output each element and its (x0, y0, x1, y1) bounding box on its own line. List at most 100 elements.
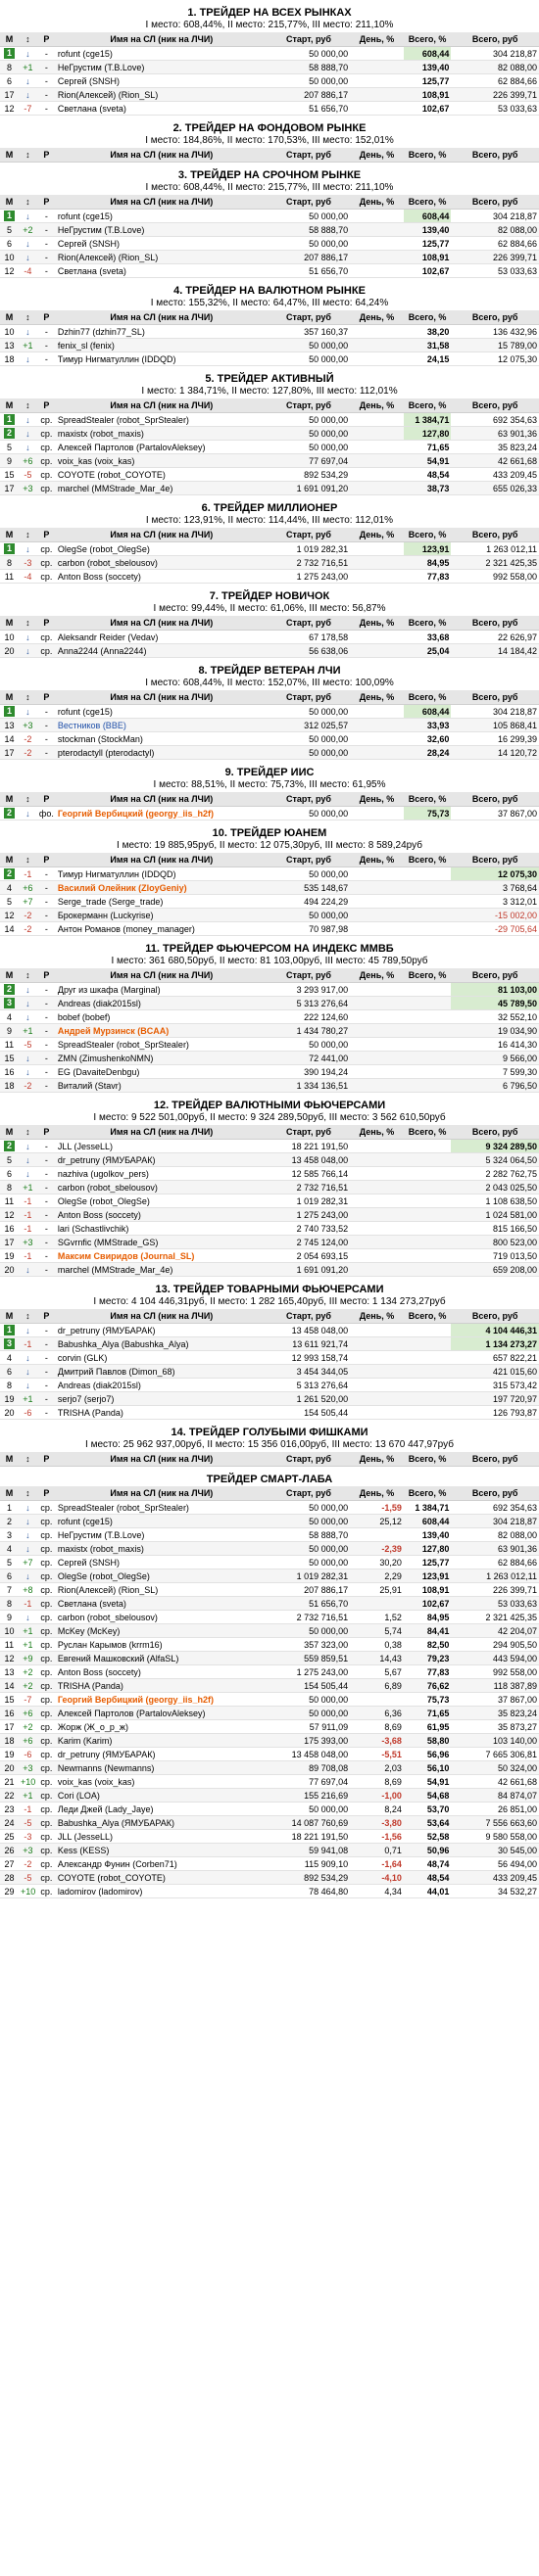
trader-name-link[interactable]: COYOTE (robot_COYOTE) (58, 1873, 166, 1883)
column-header-rub[interactable]: Всего, руб (451, 1125, 539, 1140)
column-header-day[interactable]: День, % (350, 616, 404, 631)
trader-name-link[interactable]: dr_petruny (ЯМУБАРАК) (58, 1155, 156, 1165)
column-header-m[interactable]: М (0, 398, 19, 413)
column-header-rub[interactable]: Всего, руб (451, 616, 539, 631)
column-header-start[interactable]: Старт, руб (267, 528, 351, 542)
trader-name-link[interactable]: Андрей Мурзинск (BCAA) (58, 1026, 169, 1036)
column-header-m[interactable]: М (0, 1309, 19, 1324)
trader-name-link[interactable]: Сергей (SNSH) (58, 76, 120, 86)
column-header-m[interactable]: М (0, 690, 19, 705)
column-header-p[interactable]: Р (36, 968, 56, 983)
column-header-p[interactable]: Р (36, 148, 56, 163)
trader-name-link[interactable]: Karim (Karim) (58, 1736, 113, 1746)
column-header-day[interactable]: День, % (350, 690, 404, 705)
trader-name-link[interactable]: rofunt (cge15) (58, 211, 113, 221)
trader-name-link[interactable]: OlegSe (robot_OlegSe) (58, 544, 150, 554)
column-header-start[interactable]: Старт, руб (267, 1486, 351, 1501)
column-header-p[interactable]: Р (36, 528, 56, 542)
trader-name-link[interactable]: dr_petruny (ЯМУБАРАК) (58, 1750, 156, 1759)
trader-name-link[interactable]: Антон Романов (money_manager) (58, 924, 195, 934)
column-header-ch[interactable]: ↕ (18, 690, 37, 705)
column-header-day[interactable]: День, % (350, 32, 404, 47)
trader-name-link[interactable]: Алексей Партолов (PartalovAleksey) (58, 1709, 206, 1718)
column-header-start[interactable]: Старт, руб (267, 690, 351, 705)
column-header-total[interactable]: Всего, % (403, 148, 452, 163)
column-header-total[interactable]: Всего, % (403, 792, 452, 807)
column-header-name[interactable]: Имя на СЛ (ник на ЛЧИ) (55, 1125, 268, 1140)
column-header-day[interactable]: День, % (350, 1452, 404, 1467)
column-header-day[interactable]: День, % (350, 1486, 404, 1501)
column-header-name[interactable]: Имя на СЛ (ник на ЛЧИ) (55, 1452, 268, 1467)
column-header-name[interactable]: Имя на СЛ (ник на ЛЧИ) (55, 1486, 268, 1501)
column-header-m[interactable]: М (0, 148, 19, 163)
column-header-total[interactable]: Всего, % (403, 398, 452, 413)
column-header-rub[interactable]: Всего, руб (451, 690, 539, 705)
column-header-rub[interactable]: Всего, руб (451, 32, 539, 47)
trader-name-link[interactable]: fenix_sl (fenix) (58, 341, 115, 351)
trader-name-link[interactable]: rofunt (cge15) (58, 707, 113, 717)
column-header-name[interactable]: Имя на СЛ (ник на ЛЧИ) (55, 148, 268, 163)
column-header-rub[interactable]: Всего, руб (451, 148, 539, 163)
column-header-total[interactable]: Всего, % (403, 1452, 452, 1467)
column-header-total[interactable]: Всего, % (403, 32, 452, 47)
trader-name-link[interactable]: Rion(Алексей) (Rion_SL) (58, 253, 158, 262)
trader-name-link[interactable]: McKey (McKey) (58, 1626, 121, 1636)
column-header-ch[interactable]: ↕ (18, 32, 37, 47)
trader-name-link[interactable]: maxistx (robot_maxis) (58, 1544, 144, 1554)
trader-name-link[interactable]: Руслан Карымов (krrm16) (58, 1640, 163, 1650)
trader-name-link[interactable]: ladomirov (ladomirov) (58, 1887, 143, 1897)
column-header-p[interactable]: Р (36, 690, 56, 705)
column-header-day[interactable]: День, % (350, 853, 404, 867)
trader-name-link[interactable]: EG (DavaiteDenbgu) (58, 1067, 140, 1077)
column-header-total[interactable]: Всего, % (403, 1486, 452, 1501)
column-header-day[interactable]: День, % (350, 195, 404, 210)
column-header-p[interactable]: Р (36, 398, 56, 413)
trader-name-link[interactable]: Брокерманн (Luckyrise) (58, 911, 154, 920)
trader-name-link[interactable]: Георгий Вербицкий (georgy_iis_h2f) (58, 809, 214, 819)
trader-name-link[interactable]: Serge_trade (Serge_trade) (58, 897, 164, 907)
column-header-total[interactable]: Всего, % (403, 616, 452, 631)
trader-name-link[interactable]: Сергей (SNSH) (58, 239, 120, 249)
trader-name-link[interactable]: Леди Джей (Lady_Jaye) (58, 1804, 154, 1814)
column-header-name[interactable]: Имя на СЛ (ник на ЛЧИ) (55, 310, 268, 325)
column-header-name[interactable]: Имя на СЛ (ник на ЛЧИ) (55, 195, 268, 210)
column-header-total[interactable]: Всего, % (403, 1125, 452, 1140)
column-header-m[interactable]: М (0, 32, 19, 47)
column-header-ch[interactable]: ↕ (18, 792, 37, 807)
column-header-name[interactable]: Имя на СЛ (ник на ЛЧИ) (55, 1309, 268, 1324)
column-header-day[interactable]: День, % (350, 792, 404, 807)
column-header-p[interactable]: Р (36, 310, 56, 325)
column-header-m[interactable]: М (0, 1452, 19, 1467)
trader-name-link[interactable]: SpreadStealer (robot_SprStealer) (58, 1503, 189, 1513)
column-header-rub[interactable]: Всего, руб (451, 968, 539, 983)
column-header-ch[interactable]: ↕ (18, 398, 37, 413)
column-header-rub[interactable]: Всего, руб (451, 195, 539, 210)
trader-name-link[interactable]: Andreas (diak2015sl) (58, 999, 141, 1008)
column-header-rub[interactable]: Всего, руб (451, 792, 539, 807)
column-header-name[interactable]: Имя на СЛ (ник на ЛЧИ) (55, 690, 268, 705)
column-header-rub[interactable]: Всего, руб (451, 398, 539, 413)
trader-name-link[interactable]: JLL (JesseLL) (58, 1142, 113, 1151)
trader-name-link[interactable]: nazhiva (ugolkov_pers) (58, 1169, 149, 1179)
column-header-rub[interactable]: Всего, руб (451, 1486, 539, 1501)
trader-name-link[interactable]: dr_petruny (ЯМУБАРАК) (58, 1326, 156, 1335)
column-header-ch[interactable]: ↕ (18, 968, 37, 983)
column-header-m[interactable]: М (0, 968, 19, 983)
trader-name-link[interactable]: OlegSe (robot_OlegSe) (58, 1571, 150, 1581)
column-header-rub[interactable]: Всего, руб (451, 310, 539, 325)
column-header-start[interactable]: Старт, руб (267, 148, 351, 163)
trader-name-link[interactable]: Rion(Алексей) (Rion_SL) (58, 90, 158, 100)
trader-name-link[interactable]: Друг из шкафа (Marginal) (58, 985, 161, 995)
trader-name-link[interactable]: Светлана (sveta) (58, 1599, 126, 1609)
trader-name-link[interactable]: Светлана (sveta) (58, 104, 126, 114)
column-header-ch[interactable]: ↕ (18, 310, 37, 325)
column-header-day[interactable]: День, % (350, 1309, 404, 1324)
trader-name-link[interactable]: Anna2244 (Anna2244) (58, 646, 147, 656)
trader-name-link[interactable]: carbon (robot_sbelousov) (58, 1183, 158, 1193)
column-header-total[interactable]: Всего, % (403, 195, 452, 210)
column-header-rub[interactable]: Всего, руб (451, 1309, 539, 1324)
trader-name-link[interactable]: Тимур Нигматуллин (IDDQD) (58, 354, 176, 364)
column-header-ch[interactable]: ↕ (18, 1309, 37, 1324)
trader-name-link[interactable]: TRISHA (Panda) (58, 1408, 123, 1418)
trader-name-link[interactable]: Rion(Алексей) (Rion_SL) (58, 1585, 158, 1595)
